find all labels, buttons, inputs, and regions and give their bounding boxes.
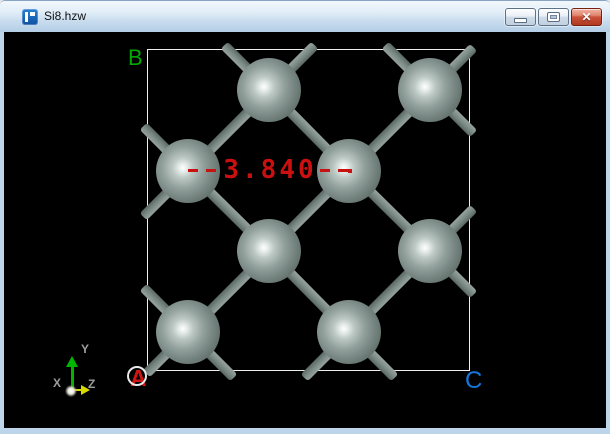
- viewer-window: Si8.hzw ✕ 3.840 B C A: [0, 0, 610, 434]
- maximize-button[interactable]: [538, 8, 569, 26]
- minimize-icon: [514, 18, 527, 23]
- measurement-label: 3.840: [215, 155, 325, 185]
- app-icon: [22, 9, 38, 25]
- title-bar[interactable]: Si8.hzw ✕: [0, 1, 610, 32]
- x-axis-origin-dot-icon: [65, 385, 77, 397]
- close-button[interactable]: ✕: [571, 8, 602, 26]
- atom[interactable]: [237, 58, 301, 122]
- x-axis-label: X: [53, 376, 61, 390]
- atom[interactable]: [398, 58, 462, 122]
- y-axis-arrowhead-icon: [66, 356, 78, 367]
- atom[interactable]: [317, 300, 381, 364]
- cell-axis-label-c: C: [465, 367, 482, 395]
- y-axis-label: Y: [81, 342, 89, 356]
- atom[interactable]: [398, 219, 462, 283]
- close-icon: ✕: [581, 11, 591, 23]
- measurement-endpoint-dot: [348, 169, 352, 173]
- atom[interactable]: [156, 300, 220, 364]
- window-title: Si8.hzw: [44, 1, 86, 32]
- maximize-icon: [547, 12, 560, 22]
- viewport[interactable]: 3.840 B C A Y Z X: [4, 32, 606, 428]
- minimize-button[interactable]: [505, 8, 536, 26]
- window-controls: ✕: [505, 8, 602, 26]
- atom[interactable]: [237, 219, 301, 283]
- a-axis-circle-icon: [127, 366, 147, 386]
- cell-axis-label-b: B: [128, 45, 143, 71]
- z-axis-label: Z: [88, 377, 95, 391]
